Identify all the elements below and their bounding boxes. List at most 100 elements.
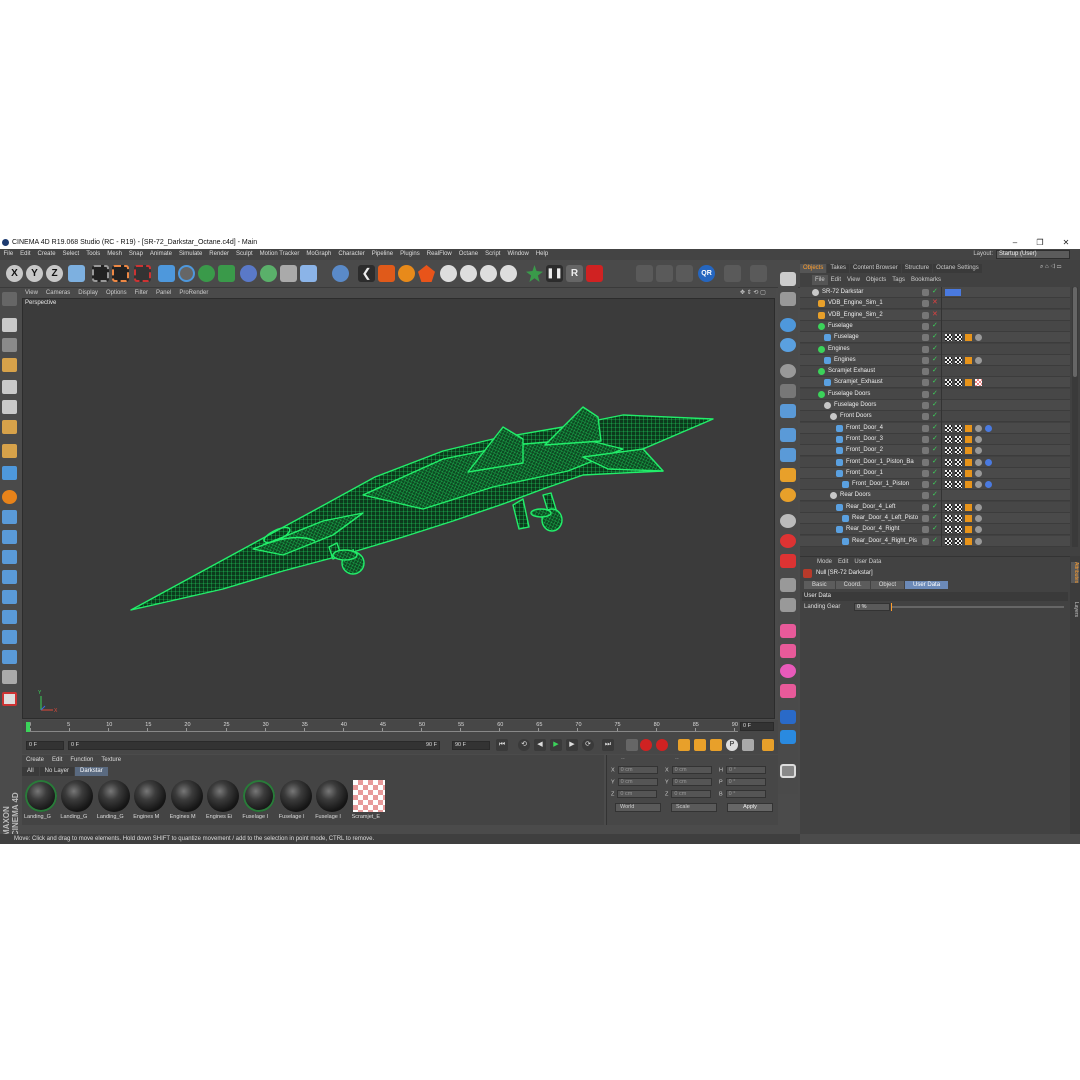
attributes-side-tab[interactable]: Attributes (1071, 562, 1079, 584)
octane-arrow-icon[interactable] (780, 404, 796, 418)
sculpt-icon[interactable] (2, 650, 17, 664)
visibility-toggle-icon[interactable] (922, 311, 929, 319)
menu-file[interactable]: File (0, 249, 17, 260)
menu-octane[interactable]: Octane (455, 249, 481, 260)
visibility-toggle-icon[interactable] (922, 402, 929, 409)
octane-material-ball-icon[interactable] (780, 624, 796, 638)
object-tree-row[interactable]: Rear_Door_4_Right_Pis ✓ (800, 535, 1070, 547)
object-tag-org-icon[interactable] (965, 469, 972, 477)
menu-create[interactable]: Create (34, 249, 59, 260)
object-tag-ball-icon[interactable] (975, 435, 982, 443)
object-tree-row[interactable]: Front_Door_1_Piston_Ba ✓ (800, 456, 1070, 468)
coord-value-field[interactable]: 0 ° (725, 790, 766, 798)
object-menu-view[interactable]: View (844, 275, 863, 285)
material-swatch[interactable]: Scramjet_E (352, 779, 386, 823)
object-tag-blue-icon[interactable] (985, 458, 992, 466)
coord-value-field[interactable]: 0 cm (617, 778, 658, 786)
visibility-toggle-icon[interactable] (922, 515, 929, 522)
end-frame-field[interactable]: 90 F (452, 741, 490, 750)
goto-start-button[interactable]: ⏮ (496, 739, 508, 751)
cube-primitive-icon[interactable] (158, 265, 175, 282)
param-key-icon[interactable]: P (726, 739, 738, 751)
material-swatch[interactable]: Engines Ei (206, 779, 240, 823)
material-swatch[interactable]: Landing_G (60, 779, 94, 823)
render-picture-viewer-icon[interactable] (112, 265, 129, 282)
object-tag-chk-icon[interactable] (955, 334, 962, 342)
object-tab-objects[interactable]: Objects (800, 264, 827, 273)
object-tree-row[interactable]: Front_Door_2 ✓ (800, 445, 1070, 457)
octane-sphere-icon[interactable] (780, 318, 796, 332)
menu-simulate[interactable]: Simulate (175, 249, 205, 260)
enable-check-icon[interactable]: ✓ (932, 400, 939, 408)
octane-vdb-icon[interactable] (780, 448, 796, 462)
object-tab-content-browser[interactable]: Content Browser (850, 264, 901, 273)
tweak-mode-icon[interactable] (2, 490, 17, 504)
coord-value-field[interactable]: 0 ° (725, 778, 766, 786)
timeline-icon[interactable] (2, 692, 17, 706)
preview-range-slider[interactable]: 0 F 90 F (68, 741, 440, 750)
object-tag-chk-icon[interactable] (945, 379, 952, 387)
octane-texture-ball-icon[interactable] (780, 664, 796, 678)
layers-side-tab[interactable]: Layers (1071, 602, 1079, 617)
object-tag-chk-icon[interactable] (955, 424, 962, 432)
menu-pipeline[interactable]: Pipeline (368, 249, 396, 260)
menu-window[interactable]: Window (504, 249, 532, 260)
enable-check-icon[interactable]: ✓ (932, 321, 939, 329)
y-axis-lock-button[interactable]: Y (26, 265, 43, 282)
object-tree-row[interactable]: Front_Door_1 ✓ (800, 467, 1070, 479)
attribute-tab-coord-[interactable]: Coord. (835, 581, 870, 589)
material-swatch[interactable]: Engines M (170, 779, 204, 823)
material-swatch[interactable]: Fuselage I (242, 779, 276, 823)
object-tree-row[interactable]: Fuselage ✓ (800, 332, 1070, 344)
x-axis-lock-button[interactable]: X (6, 265, 23, 282)
object-tab-octane-settings[interactable]: Octane Settings (933, 264, 982, 273)
planar-workplane-icon[interactable] (2, 550, 17, 564)
rotate-key-icon[interactable] (694, 739, 706, 751)
material-tab-darkstar[interactable]: Darkstar (75, 767, 108, 776)
play-button[interactable]: ▶ (550, 739, 562, 751)
landing-gear-slider-knob[interactable] (891, 603, 892, 611)
record-keyframe-icon[interactable] (640, 739, 652, 751)
spline-icon[interactable] (178, 265, 195, 282)
live-selection-icon[interactable] (2, 630, 17, 644)
object-tree-row[interactable]: Rear_Door_4_Left_Pisto ✓ (800, 513, 1070, 524)
scale-dropdown[interactable]: Scale (671, 803, 717, 812)
pause-icon[interactable]: ❚❚ (546, 265, 563, 282)
octane-mix-icon[interactable] (780, 644, 796, 658)
object-tag-chk-icon[interactable] (955, 356, 962, 364)
material-menu-edit[interactable]: Edit (48, 755, 66, 765)
menu-animate[interactable]: Animate (146, 249, 175, 260)
visibility-toggle-icon[interactable] (922, 390, 929, 398)
object-tag-ball-icon[interactable] (975, 447, 982, 455)
octane-light-icon[interactable] (398, 265, 415, 282)
octane-layer-icon[interactable] (780, 684, 796, 698)
octane-stop-icon[interactable] (780, 554, 796, 568)
object-tag-chk-icon[interactable] (955, 537, 962, 545)
coord-value-field[interactable]: 0 cm (671, 778, 712, 786)
visibility-toggle-icon[interactable] (922, 334, 929, 342)
viewport-menu-filter[interactable]: Filter (131, 288, 152, 298)
material-swatch[interactable]: Landing_G (24, 779, 58, 823)
octane-fog-icon[interactable] (500, 265, 517, 282)
object-tree-row[interactable]: Rear Doors ✓ (800, 490, 1070, 502)
object-tag-org-icon[interactable] (965, 458, 972, 466)
layer-tag-icon[interactable] (945, 289, 961, 296)
move-tool-icon[interactable] (2, 570, 17, 584)
octane-environment-icon[interactable] (780, 338, 796, 352)
points-mode-icon[interactable] (2, 380, 17, 394)
object-tag-chk-icon[interactable] (955, 379, 962, 387)
autokey-icon[interactable] (656, 739, 668, 751)
render-settings-icon[interactable] (134, 265, 151, 282)
object-tag-ball-icon[interactable] (975, 469, 982, 477)
enable-check-icon[interactable]: ✓ (932, 377, 939, 385)
axis-mode-icon[interactable] (2, 444, 17, 458)
octane-film-icon[interactable] (440, 265, 457, 282)
floor-icon[interactable] (300, 265, 317, 282)
object-menu-file[interactable]: File (812, 275, 828, 285)
attribute-tab-basic[interactable]: Basic (804, 581, 835, 589)
scene-icon[interactable] (260, 265, 277, 282)
subdivision-icon[interactable] (198, 265, 215, 282)
object-tree-row[interactable]: VDB_Engine_Sim_1 ✕ (800, 298, 1070, 310)
z-axis-lock-button[interactable]: Z (46, 265, 63, 282)
scale-key-icon[interactable] (710, 739, 722, 751)
